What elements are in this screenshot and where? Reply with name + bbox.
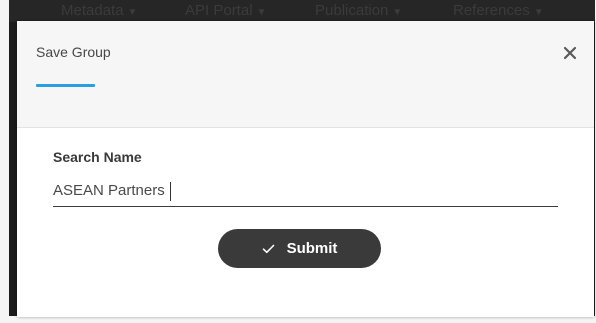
submit-button[interactable]: Submit — [218, 229, 381, 268]
chevron-down-icon: ▼ — [392, 7, 403, 18]
nav-item-label: API Portal — [185, 2, 253, 19]
submit-label: Submit — [286, 240, 338, 257]
close-button[interactable] — [560, 43, 580, 63]
nav-item-references: References ▼ — [453, 2, 544, 19]
search-name-input[interactable] — [53, 174, 558, 207]
background-top-nav: Metadata ▼ API Portal ▼ Publication ▼ Refer… — [9, 0, 595, 22]
save-group-modal: Save Group Search Name Submit — [17, 21, 594, 317]
chevron-down-icon: ▼ — [127, 7, 138, 18]
nav-item-publication: Publication ▼ — [315, 2, 402, 19]
text-caret — [170, 182, 171, 201]
check-icon — [262, 244, 275, 254]
nav-item-label: Metadata — [61, 2, 124, 19]
modal-header: Save Group — [17, 21, 594, 128]
nav-item-label: Publication — [315, 2, 389, 19]
nav-item-api-portal: API Portal ▼ — [185, 2, 266, 19]
nav-item-metadata: Metadata ▼ — [61, 2, 137, 19]
chevron-down-icon: ▼ — [533, 7, 544, 18]
chevron-down-icon: ▼ — [256, 7, 267, 18]
search-name-label: Search Name — [53, 149, 142, 165]
close-icon — [563, 46, 577, 60]
modal-title: Save Group — [36, 44, 111, 60]
nav-item-label: References — [453, 2, 530, 19]
title-underline — [36, 84, 95, 87]
